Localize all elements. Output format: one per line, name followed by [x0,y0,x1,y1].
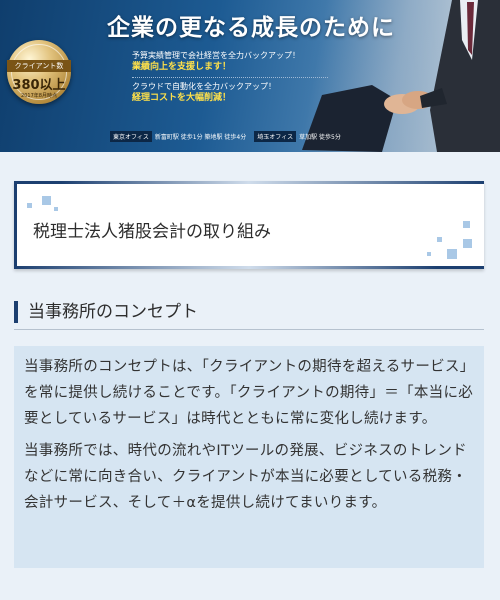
deco-square [463,221,470,228]
concept-paragraph: 当事務所では、時代の流れやITツールの発展、ビジネスのトレンドなどに常に向き合い… [24,443,467,511]
deco-square [463,239,472,248]
hero-headline: 企業の更なる成長のために [107,15,395,41]
hero-copy: 予算実績管理で会社経営を全力バックアップ！ 業績向上を支援します！ クラウドで自… [132,50,342,105]
section-title: 当事務所のコンセプト [28,302,198,322]
gold-medal-icon: クライアント数 380以上 2017年8月時点 [7,40,71,104]
deco-square [42,196,51,205]
office-access: 東京オフィス 新富町駅 徒歩1分 築地駅 徒歩4分 埼玉オフィス 草加駅 徒歩5分 [110,126,349,142]
divider [132,77,328,78]
office-tag-saitama: 埼玉オフィス [254,131,297,142]
deco-square [427,252,431,256]
page-title-box: 税理士法人猪股会計の取り組み [14,181,484,269]
hero-banner: 企業の更なる成長のために クライアント数 380以上 2017年8月時点 予算実… [0,0,500,152]
hero-highlight: 経理コストを大幅削減！ [132,93,232,103]
heading-accent-bar [14,301,18,323]
concept-panel: 当事務所のコンセプトは、「クライアントの期待を超えるサービス」を常に提供し続ける… [14,346,484,568]
medal-label: クライアント数 [7,60,71,72]
hero-line: 予算実績管理で会社経営を全力バックアップ！ [132,51,300,60]
hero-line: クラウドで自動化を全力バックアップ！ [132,82,276,91]
concept-paragraph: 当事務所のコンセプトは、「クライアントの期待を超えるサービス」を常に提供し続ける… [24,359,474,427]
medal-date: 2017年8月時点 [21,93,57,99]
deco-square [27,203,32,208]
office-tag-tokyo: 東京オフィス [110,131,152,142]
hero-highlight: 業績向上を支援します！ [132,62,232,72]
deco-square [447,249,457,259]
section-heading: 当事務所のコンセプト [14,299,484,330]
office-access-saitama: 草加駅 徒歩5分 [299,134,341,141]
deco-square [437,237,442,242]
medal-count: 380以上 [12,78,66,93]
page-title: 税理士法人猪股会計の取り組み [33,222,271,242]
deco-square [54,207,58,211]
office-access-tokyo: 新富町駅 徒歩1分 築地駅 徒歩4分 [154,134,247,141]
